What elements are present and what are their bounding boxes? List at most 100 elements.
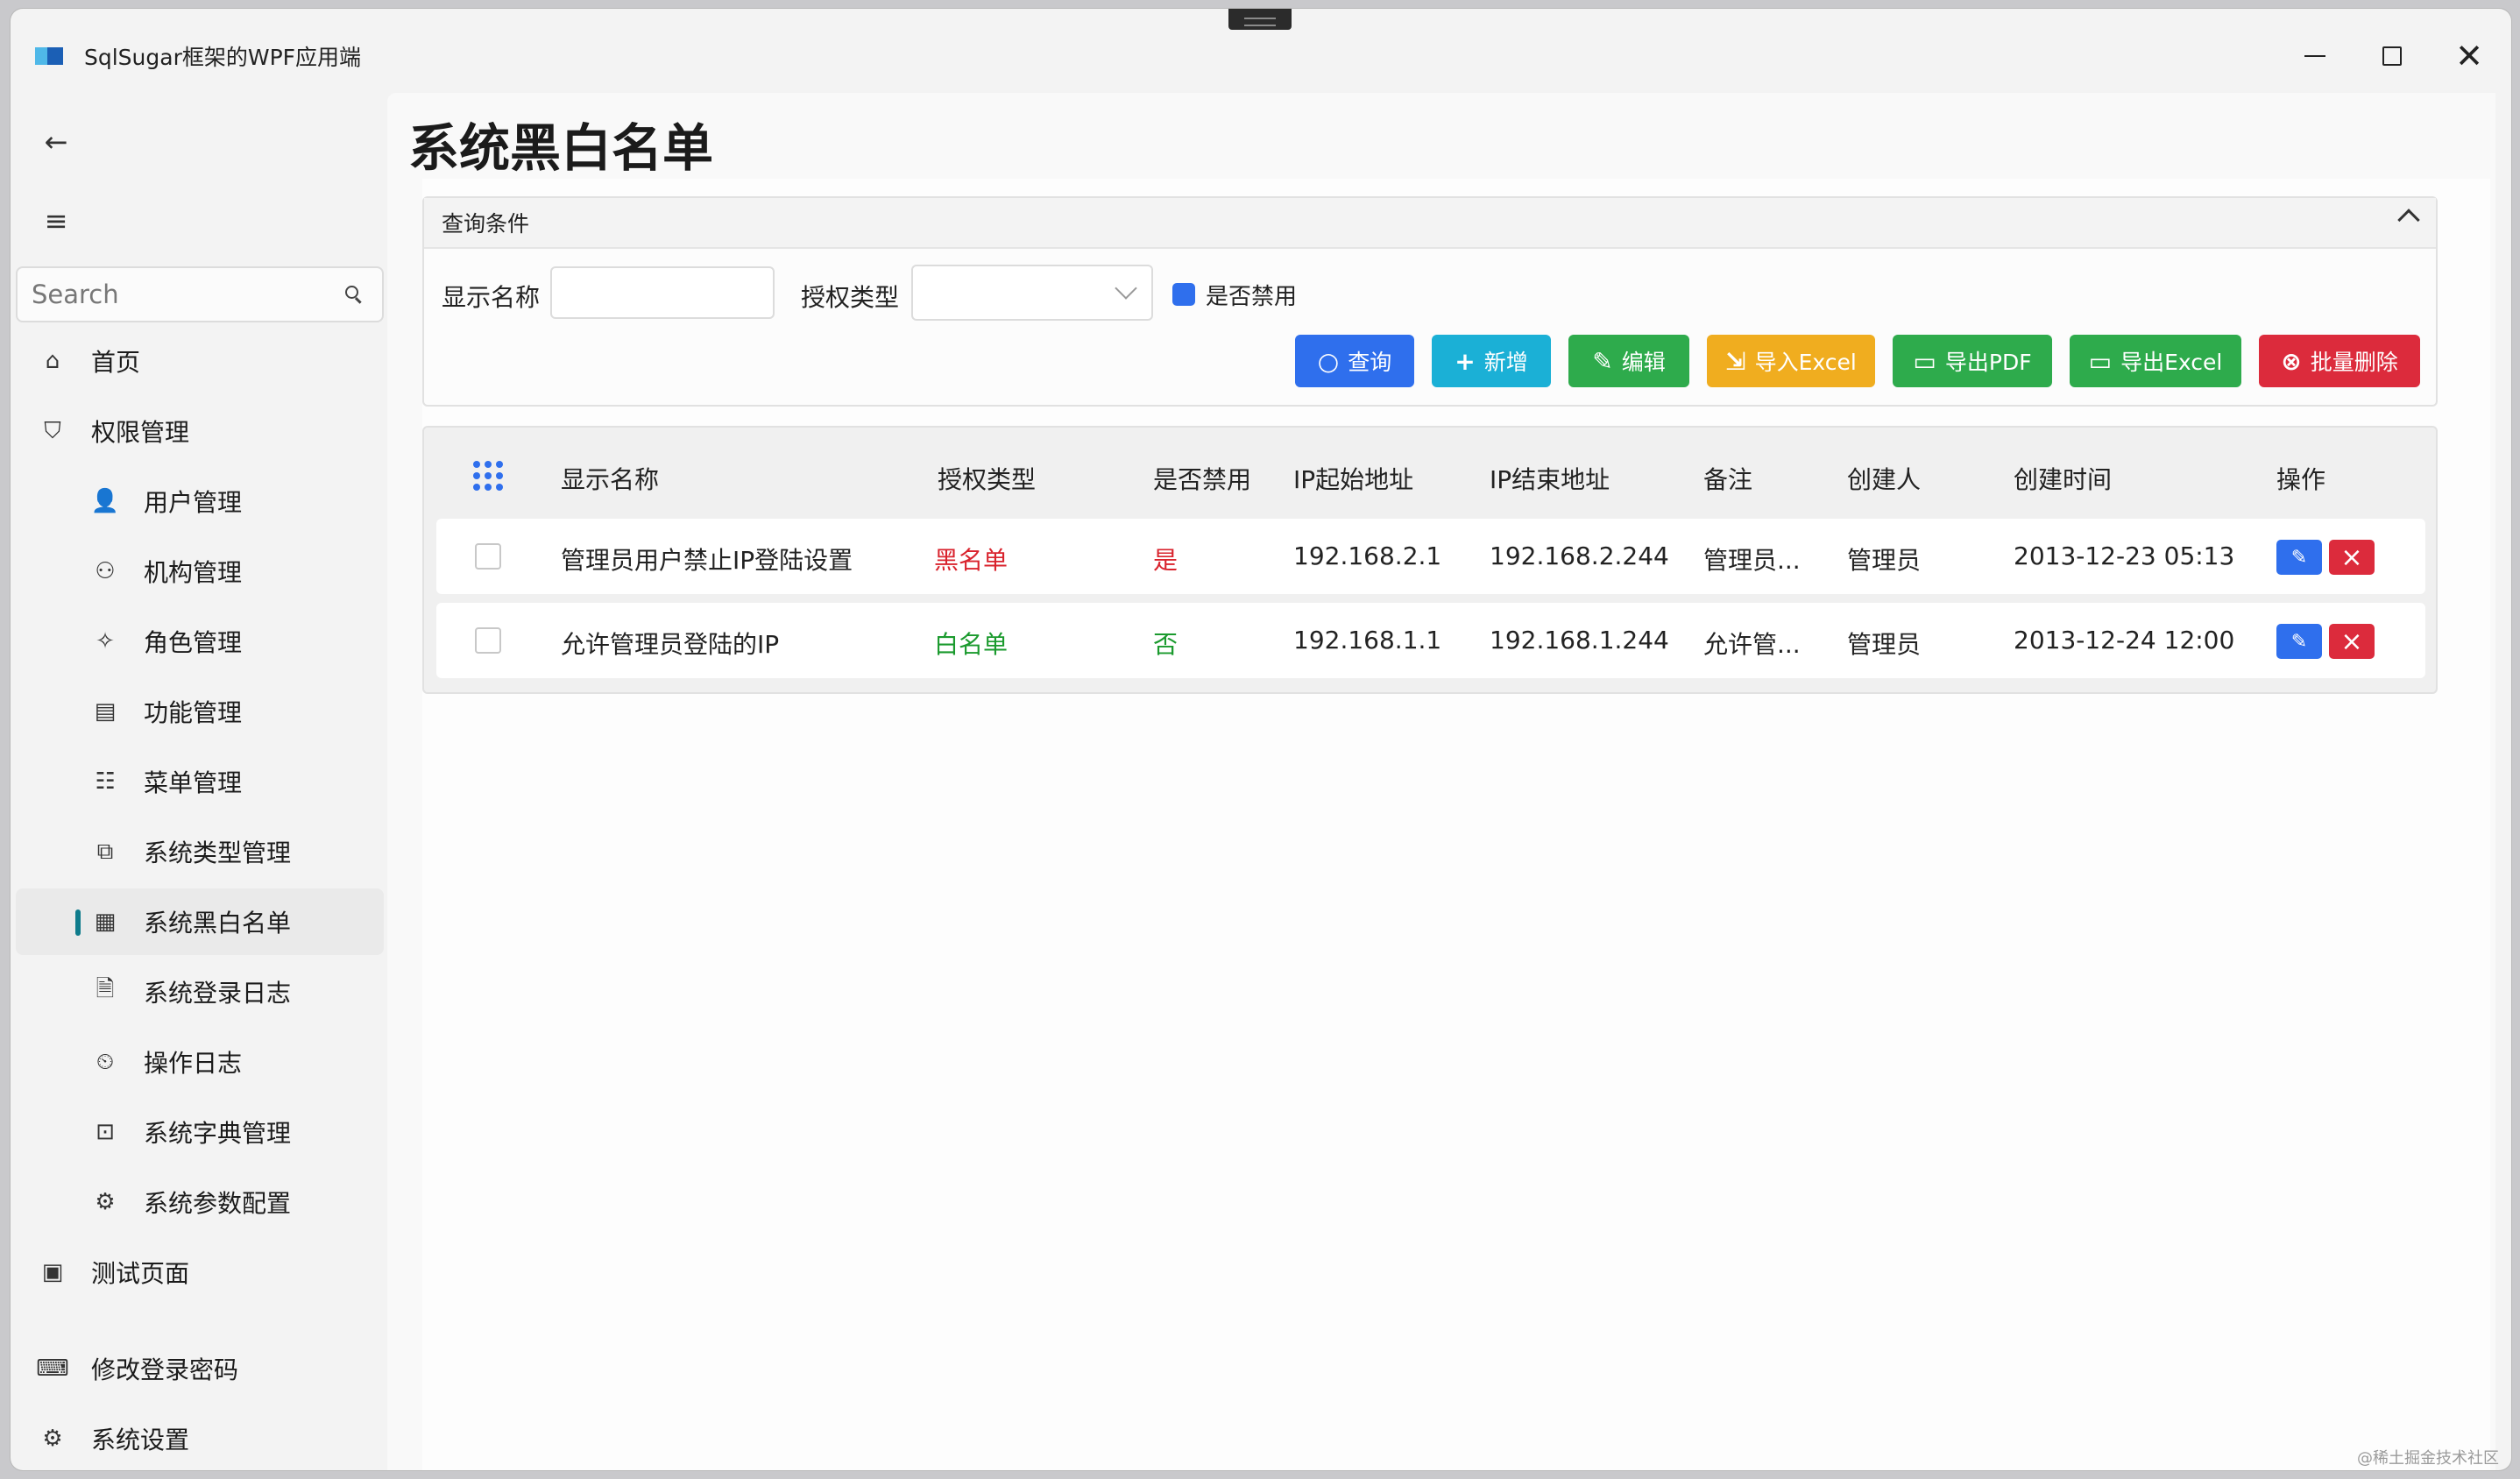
back-arrow-icon: ← <box>44 125 68 159</box>
column-header[interactable]: 是否禁用 <box>1153 461 1251 496</box>
table-row[interactable]: 管理员用户禁止IP登陆设置 黑名单 是 192.168.2.1 192.168.… <box>436 519 2425 594</box>
save-icon: ▭ <box>2088 346 2113 376</box>
nav-item-label: 菜单管理 <box>144 768 243 797</box>
maximize-icon <box>2382 46 2402 66</box>
nav-item-organizations[interactable]: ⚇ 机构管理 <box>16 538 384 605</box>
hamburger-menu-button[interactable]: ≡ <box>28 193 84 249</box>
grid-header: 显示名称 授权类型 是否禁用 IP起始地址 IP结束地址 备注 创建人 创建时间… <box>424 428 2436 519</box>
display-name-label: 显示名称 <box>442 283 541 312</box>
close-icon: × <box>2340 626 2363 657</box>
nav-item-home[interactable]: ⌂ 首页 <box>16 328 384 394</box>
org-tree-icon: ⚇ <box>95 558 116 584</box>
batch-delete-button[interactable]: ⊗ 批量删除 <box>2259 335 2420 387</box>
window-title: SqlSugar框架的WPF应用端 <box>84 45 362 70</box>
sidebar: ← ≡ ⌂ 首页 ⛉ 权限管理 👤 用户管理 ⚇ 机构管理 ✧ 角色管理 ▤ 功… <box>11 93 387 1470</box>
chevron-down-icon <box>1115 277 1137 300</box>
close-circle-icon: ⊗ <box>2281 346 2302 376</box>
cell-ip-start: 192.168.2.1 <box>1293 541 1442 570</box>
nav-item-change-password[interactable]: ⌨ 修改登录密码 <box>16 1335 384 1402</box>
maximize-button[interactable] <box>2366 30 2418 82</box>
row-delete-button[interactable]: × <box>2329 624 2375 659</box>
nav-item-menus[interactable]: ☷ 菜单管理 <box>16 748 384 815</box>
nav-item-dictionary[interactable]: ⊡ 系统字典管理 <box>16 1099 384 1165</box>
query-button[interactable]: ○ 查询 <box>1295 335 1414 387</box>
cell-creator: 管理员 <box>1847 546 1922 575</box>
clock-log-icon: ⏲ <box>96 1048 115 1075</box>
query-panel: 查询条件 显示名称 授权类型 是否禁用 ○ 查询 + 新增 ✎ 编辑 ⇲ 导入E… <box>422 196 2438 407</box>
column-header[interactable]: IP起始地址 <box>1293 461 1413 496</box>
nav-item-system-settings[interactable]: ⚙ 系统设置 <box>16 1405 384 1470</box>
nav-item-blacklist[interactable]: ▦ 系统黑白名单 <box>16 888 384 955</box>
column-header[interactable]: 显示名称 <box>561 461 659 496</box>
export-pdf-button[interactable]: ▭ 导出PDF <box>1893 335 2052 387</box>
close-button[interactable]: ✕ <box>2443 30 2495 82</box>
nav-item-login-log[interactable]: 🗎 系统登录日志 <box>16 959 384 1025</box>
search-input[interactable] <box>32 277 329 312</box>
row-checkbox[interactable] <box>475 627 501 654</box>
column-header[interactable]: 授权类型 <box>938 461 1036 496</box>
log-file-icon: 🗎 <box>96 976 115 1002</box>
row-edit-button[interactable]: ✎ <box>2276 624 2322 659</box>
display-name-input[interactable] <box>550 266 775 319</box>
cell-created: 2013-12-23 05:13 <box>2014 541 2235 570</box>
nav-item-permissions[interactable]: ⛉ 权限管理 <box>16 398 384 464</box>
app-window: SqlSugar框架的WPF应用端 ✕ ← ≡ ⌂ 首页 ⛉ 权限管理 👤 用户… <box>11 9 2511 1470</box>
nav-item-users[interactable]: 👤 用户管理 <box>16 468 384 534</box>
minimize-icon <box>2304 55 2325 57</box>
column-header[interactable]: 创建人 <box>1847 461 1921 496</box>
nav-item-label: 修改登录密码 <box>91 1355 239 1384</box>
cell-created: 2013-12-24 12:00 <box>2014 626 2235 655</box>
auth-type-label: 授权类型 <box>801 283 900 312</box>
nav-item-label: 角色管理 <box>144 628 243 657</box>
nav-item-system-types[interactable]: ⧉ 系统类型管理 <box>16 818 384 885</box>
content-area: 系统黑白名单 查询条件 显示名称 授权类型 是否禁用 ○ 查询 + 新增 ✎ 编… <box>387 93 2495 1470</box>
query-button-label: 查询 <box>1348 350 1392 375</box>
blacklist-icon: ▦ <box>94 909 117 935</box>
column-header[interactable]: 创建时间 <box>2014 461 2112 496</box>
nav-item-operation-log[interactable]: ⏲ 操作日志 <box>16 1029 384 1095</box>
query-panel-title: 查询条件 <box>442 211 530 237</box>
nav-item-functions[interactable]: ▤ 功能管理 <box>16 678 384 745</box>
column-header[interactable]: 备注 <box>1703 461 1752 496</box>
selection-indicator <box>75 909 81 936</box>
hamburger-icon: ≡ <box>44 204 68 237</box>
nav-item-parameters[interactable]: ⚙ 系统参数配置 <box>16 1169 384 1235</box>
test-page-icon: ▣ <box>41 1259 64 1285</box>
plus-icon: + <box>1455 346 1476 376</box>
add-button-label: 新增 <box>1483 350 1528 375</box>
nav-item-label: 功能管理 <box>144 698 243 727</box>
grid-menu-icon[interactable] <box>473 461 503 491</box>
table-row[interactable]: 允许管理员登陆的IP 白名单 否 192.168.1.1 192.168.1.2… <box>436 603 2425 678</box>
chevron-up-icon[interactable] <box>2397 209 2420 231</box>
minimize-button[interactable] <box>2289 30 2341 82</box>
user-lock-icon: 👤 <box>90 488 120 514</box>
auth-type-select[interactable] <box>911 265 1153 321</box>
row-delete-button[interactable]: × <box>2329 540 2375 575</box>
export-excel-button[interactable]: ▭ 导出Excel <box>2070 335 2241 387</box>
edit-icon: ✎ <box>2290 546 2308 569</box>
nav-item-roles[interactable]: ✧ 角色管理 <box>16 608 384 675</box>
nav-item-label: 系统设置 <box>91 1426 190 1454</box>
close-icon: × <box>2340 541 2363 573</box>
import-excel-button[interactable]: ⇲ 导入Excel <box>1707 335 1875 387</box>
forbidden-checkbox[interactable] <box>1172 283 1195 306</box>
nav-item-label: 系统黑白名单 <box>144 909 292 938</box>
back-button[interactable]: ← <box>28 114 84 170</box>
edit-button-label: 编辑 <box>1621 350 1666 375</box>
nav-item-label: 用户管理 <box>144 488 243 517</box>
row-edit-button[interactable]: ✎ <box>2276 540 2322 575</box>
page-title: 系统黑白名单 <box>408 118 714 178</box>
column-header[interactable]: IP结束地址 <box>1490 461 1610 496</box>
cell-auth-type: 黑名单 <box>934 546 1009 575</box>
row-checkbox[interactable] <box>475 543 501 570</box>
edit-button[interactable]: ✎ 编辑 <box>1568 335 1689 387</box>
nav-item-label: 首页 <box>91 348 141 377</box>
query-panel-header[interactable]: 查询条件 <box>424 198 2436 249</box>
add-button[interactable]: + 新增 <box>1432 335 1551 387</box>
search-icon[interactable] <box>345 286 363 304</box>
nav-item-label: 系统字典管理 <box>144 1119 292 1148</box>
menu-list-icon: ☷ <box>95 768 116 795</box>
nav-item-label: 测试页面 <box>91 1259 190 1288</box>
cell-forbidden: 是 <box>1153 546 1179 575</box>
nav-item-test-page[interactable]: ▣ 测试页面 <box>16 1239 384 1306</box>
